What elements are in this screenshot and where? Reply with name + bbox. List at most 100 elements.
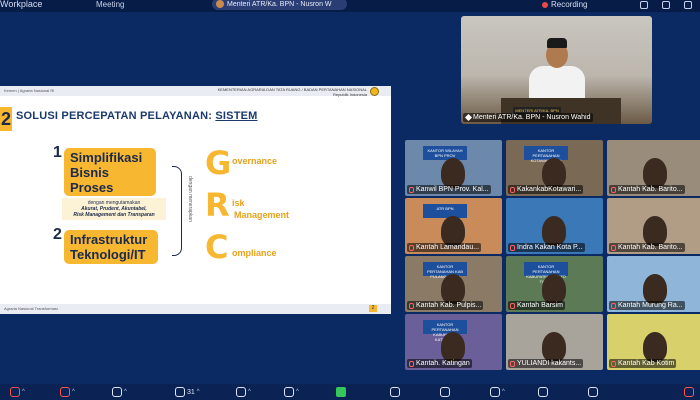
participants-button[interactable]: 31 ^ xyxy=(175,386,200,398)
participant-name-label: Kantah Kab. Pulpis... xyxy=(407,301,484,310)
grc-word-risk: isk xyxy=(232,198,245,208)
leave-button[interactable] xyxy=(684,386,694,398)
item-1-number: 1 xyxy=(53,144,62,161)
shared-screen-slide: Kemen | Agraria Nasional RI KEMENTERIAN … xyxy=(0,86,391,314)
captions-button[interactable]: ^ xyxy=(490,386,505,398)
grc-word-management: Management xyxy=(234,210,290,220)
chevron-up-icon: ^ xyxy=(502,389,505,395)
participant-tile[interactable]: Kantah Murung Ra... xyxy=(607,256,700,312)
item-1-line-1: Simplifikasi xyxy=(70,150,143,165)
participant-name-label: Kantah. Katingan xyxy=(407,359,472,368)
ministry-logo-icon xyxy=(370,87,379,96)
participant-name-label: Kantah Lamandau... xyxy=(407,243,482,252)
meeting-label: Meeting xyxy=(96,0,125,9)
slide-header-left: Kemen | Agraria Nasional RI xyxy=(4,88,55,93)
participant-name: Kantah Kab. Pulpis... xyxy=(416,302,482,309)
recording-label: Recording xyxy=(551,0,588,9)
participant-tile[interactable]: Kantah Kab. Barito... xyxy=(607,198,700,254)
video-button[interactable]: ^ xyxy=(60,386,75,398)
video-off-icon xyxy=(60,387,70,397)
participant-name: Kantah Kab. Barito... xyxy=(618,186,683,193)
participant-name-label: YULIANDI kakants... xyxy=(508,359,584,368)
share-button[interactable]: ^ xyxy=(112,386,127,398)
participants-icon xyxy=(175,387,185,397)
present-button[interactable] xyxy=(336,386,346,398)
microphone-muted-icon xyxy=(611,244,616,251)
item-1-box: Simplifikasi Bisnis Proses xyxy=(64,148,156,196)
participant-tile[interactable]: YULIANDI kakants... xyxy=(506,314,603,370)
speaker-person xyxy=(529,36,585,102)
slide-footer-text: Agraria Nasional Transformasi xyxy=(4,306,58,311)
participant-tile[interactable]: KANTOR PERTANAHAN KAB PULANG PISAU Kantah… xyxy=(405,256,502,312)
active-speaker-pill[interactable]: Menteri ATR/Ka. BPN - Nusron W xyxy=(212,0,347,10)
more-button[interactable] xyxy=(588,386,598,398)
ministry-name: KEMENTERIAN AGRARIA DAN TATA RUANG / BAD… xyxy=(217,87,367,97)
office-sign: KANTOR PERTANAHAN KOTAWARINGIN xyxy=(524,146,568,163)
chat-button[interactable]: ^ xyxy=(236,386,251,398)
sparkle-icon xyxy=(390,387,400,397)
participant-figure xyxy=(441,332,465,362)
participant-tile[interactable]: KANTOR PERTANAHAN KOTAWARINGIN KakankabKo… xyxy=(506,140,603,196)
participant-name: Kantah Kab Kotim xyxy=(618,360,675,367)
chevron-up-icon: ^ xyxy=(72,389,75,395)
grc-word-compliance: ompliance xyxy=(232,248,277,258)
bracket-divider xyxy=(172,166,182,256)
participant-name-label: Kantah Kab. Barito... xyxy=(609,243,685,252)
participant-tile[interactable]: Kantah Kab Kotim xyxy=(607,314,700,370)
participant-name-label: Kantah Kab Kotim xyxy=(609,359,677,368)
speaker-name-label: Menteri ATR/Ka. BPN - Nusron Wahid xyxy=(463,113,594,122)
microphone-muted-icon xyxy=(409,186,414,193)
close-icon[interactable] xyxy=(684,1,692,9)
participant-tile[interactable]: KANTOR PERTANAHAN KABUPATEN KATINGAN Kant… xyxy=(405,314,502,370)
slide-page-number: 2 xyxy=(369,305,377,312)
item-2-line-1: Infrastruktur xyxy=(70,232,148,247)
vertical-caption: dengan menerapkan xyxy=(187,176,193,222)
ai-assistant-button[interactable] xyxy=(390,386,400,398)
slide-section-number: 2 xyxy=(0,107,12,131)
participant-figure xyxy=(643,274,667,304)
participant-tile[interactable]: Indra Kakan Kota P... xyxy=(506,198,603,254)
participant-grid: KANTOR WILAYAH BPN PROV Kanwil BPN Prov. … xyxy=(405,140,700,370)
participant-name: KakankabKotawari... xyxy=(517,186,582,193)
participant-name: Kantah Kab. Barito... xyxy=(618,244,683,251)
participant-tile[interactable]: ATR BPN Kantah Lamandau... xyxy=(405,198,502,254)
captions-icon xyxy=(490,387,500,397)
participant-tile[interactable]: KANTOR PERTANAHAN KABUPATEN BARITO TIMUR… xyxy=(506,256,603,312)
item-2-box: Infrastruktur Teknologi/IT xyxy=(64,230,158,264)
avatar xyxy=(216,0,224,8)
grid-view-icon[interactable] xyxy=(640,1,648,9)
microphone-muted-icon xyxy=(10,387,20,397)
participant-tile[interactable]: KANTOR WILAYAH BPN PROV Kanwil BPN Prov. … xyxy=(405,140,502,196)
reactions-button[interactable]: ^ xyxy=(284,386,299,398)
participant-figure xyxy=(441,216,465,246)
apps-icon xyxy=(440,387,450,397)
item-2-number: 2 xyxy=(53,226,62,243)
slide-title: SOLUSI PERCEPATAN PELAYANAN: SISTEM xyxy=(16,110,258,122)
participant-tile[interactable]: Kantah Kab. Barito... xyxy=(607,140,700,196)
item-1-line-2: Bisnis xyxy=(70,165,110,180)
grc-letter-g: G xyxy=(205,144,232,182)
expand-icon[interactable] xyxy=(662,1,670,9)
participant-name-label: Kantah Barsim xyxy=(508,301,565,310)
slide-footer-bar: Agraria Nasional Transformasi xyxy=(0,304,391,314)
top-bar: Workplace Meeting Menteri ATR/Ka. BPN - … xyxy=(0,0,700,12)
office-sign: KANTOR PERTANAHAN KABUPATEN KATINGAN xyxy=(423,320,467,342)
featured-speaker-video[interactable]: MENTERI ATR/KA. BPN Menteri ATR/Ka. BPN … xyxy=(461,16,652,124)
office-sign: KANTOR WILAYAH BPN PROV xyxy=(423,146,467,160)
participant-figure xyxy=(441,158,465,188)
participant-figure xyxy=(542,274,566,304)
participant-figure xyxy=(542,332,566,362)
slide-header-bar: Kemen | Agraria Nasional RI KEMENTERIAN … xyxy=(0,86,391,97)
microphone-muted-icon xyxy=(409,360,414,367)
apps-button[interactable] xyxy=(440,386,450,398)
mic-button[interactable]: ^ xyxy=(10,386,25,398)
participant-figure xyxy=(643,216,667,246)
security-button[interactable] xyxy=(538,386,548,398)
slide-title-emph: SISTEM xyxy=(215,110,258,122)
chevron-up-icon: ^ xyxy=(248,389,251,395)
participant-name: Kantah Lamandau... xyxy=(416,244,480,251)
microphone-muted-icon xyxy=(611,360,616,367)
sub-note-line-2: Risk Management dan Transparan xyxy=(73,212,155,218)
participant-name: Kantah. Katingan xyxy=(416,360,470,367)
participant-name: Kantah Murung Ra... xyxy=(618,302,683,309)
